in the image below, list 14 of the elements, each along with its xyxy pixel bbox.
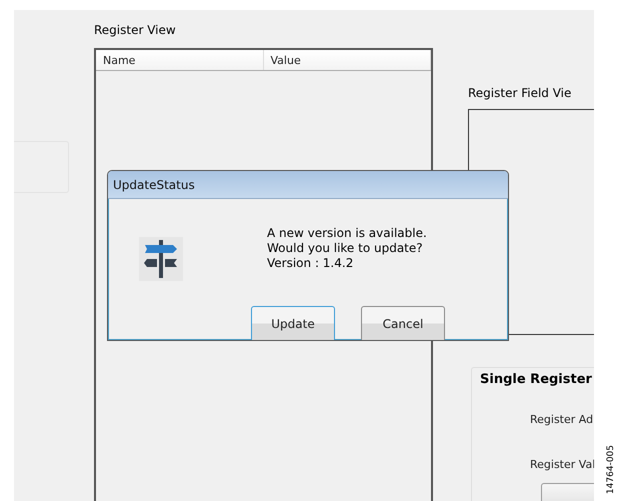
group-box: [14, 141, 69, 193]
group-title: Single Register: [478, 372, 594, 387]
field-label: Register Ad: [530, 413, 594, 426]
panel-title: Register Field Vie: [468, 86, 572, 102]
column-header[interactable]: Value: [264, 50, 431, 70]
signpost-icon: [139, 237, 183, 281]
field-label: Register Val: [530, 458, 594, 471]
panel-title: Register View: [94, 23, 177, 39]
dialog-message: A new version is available. Would you like to update? Version : 1.4.2: [267, 226, 427, 271]
dialog-button[interactable]: Cancel: [361, 306, 445, 340]
dialog-title: UpdateStatus: [113, 178, 195, 192]
dialog-button[interactable]: Update: [251, 306, 335, 340]
figure-number: 14764-005: [605, 445, 617, 494]
column-header[interactable]: Name: [96, 50, 264, 70]
